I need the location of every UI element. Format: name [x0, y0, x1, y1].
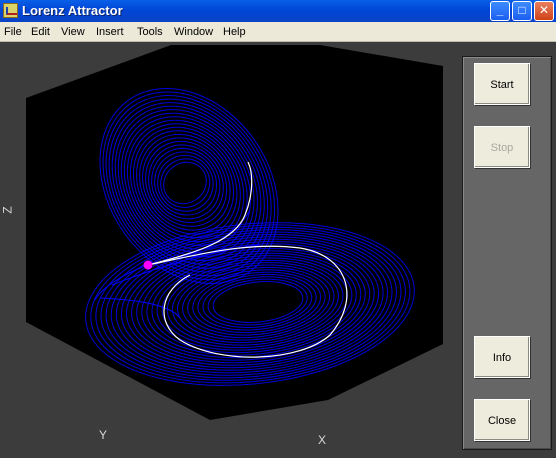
x-axis-label: X	[318, 433, 327, 447]
menu-tools[interactable]: Tools	[137, 25, 163, 39]
menu-window[interactable]: Window	[174, 25, 213, 39]
z-axis-label: Z	[0, 206, 15, 214]
start-button[interactable]: Start	[474, 63, 530, 105]
menu-insert[interactable]: Insert	[96, 25, 124, 39]
current-point-marker	[143, 260, 153, 270]
maximize-button[interactable]: □	[512, 1, 532, 21]
menu-file[interactable]: File	[4, 25, 22, 39]
window-title: Lorenz Attractor	[22, 3, 123, 18]
y-axis-label: Y	[99, 428, 108, 442]
menu-edit[interactable]: Edit	[31, 25, 50, 39]
info-button[interactable]: Info	[474, 336, 530, 378]
menu-help[interactable]: Help	[223, 25, 246, 39]
minimize-button[interactable]: _	[490, 1, 510, 21]
close-window-button[interactable]: ✕	[534, 1, 554, 21]
menu-bar: File Edit View Insert Tools Window Help	[0, 22, 556, 42]
menu-view[interactable]: View	[61, 25, 85, 39]
stop-button[interactable]: Stop	[474, 126, 530, 168]
title-bar[interactable]: Lorenz Attractor _ □ ✕	[0, 0, 556, 22]
attractor-plot[interactable]	[0, 42, 460, 458]
control-panel	[462, 56, 552, 450]
close-button[interactable]: Close	[474, 399, 530, 441]
matlab-figure-icon[interactable]	[3, 3, 18, 18]
